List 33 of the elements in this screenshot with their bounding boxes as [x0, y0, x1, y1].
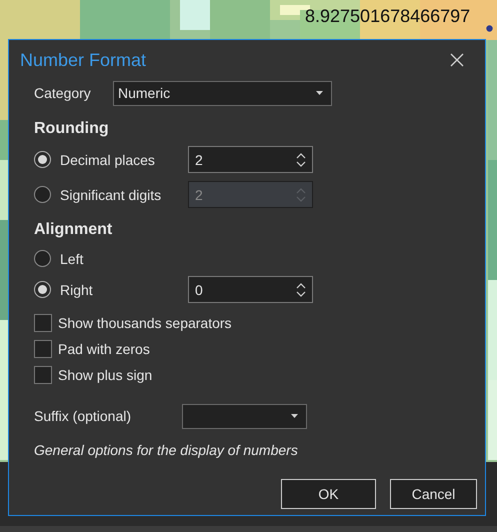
caret-icon: [291, 414, 298, 418]
number-spinner[interactable]: 2: [188, 146, 313, 173]
radio-label: Decimal places: [60, 152, 155, 168]
section-heading: Rounding: [34, 120, 110, 139]
section-heading: Alignment: [34, 221, 114, 240]
map-label: 8.927501678466797: [305, 6, 470, 27]
spinner-arrows-icon: [296, 186, 306, 202]
dialog-title: Number Format: [20, 50, 146, 70]
point-marker-icon: [486, 25, 493, 32]
checkbox-label: Show thousands separators: [58, 314, 232, 330]
radio-button[interactable]: [34, 151, 51, 168]
radio-button[interactable]: [34, 250, 51, 267]
spinner-arrows-icon: [296, 282, 306, 298]
checkbox[interactable]: [34, 314, 52, 332]
caret-icon: [316, 91, 323, 95]
suffix-label: Suffix (optional): [34, 408, 132, 424]
checkbox[interactable]: [34, 340, 52, 358]
cancel-button[interactable]: Cancel: [390, 479, 477, 509]
help-text: General options for the display of numbers: [34, 441, 299, 460]
checkbox-label: Pad with zeros: [58, 340, 150, 356]
category-label: Category: [34, 85, 92, 101]
checkbox[interactable]: [34, 366, 52, 384]
ok-button[interactable]: OK: [281, 479, 376, 509]
radio-label: Right: [60, 282, 93, 298]
radio-label: Left: [60, 250, 84, 266]
number-spinner[interactable]: 0: [188, 276, 313, 303]
category-dropdown[interactable]: Numeric: [113, 80, 332, 106]
radio-label: Significant digits: [60, 186, 162, 202]
checkbox-label: Show plus sign: [58, 366, 152, 382]
radio-button[interactable]: [34, 281, 51, 298]
close-icon[interactable]: [450, 53, 464, 67]
suffix-dropdown[interactable]: [182, 404, 307, 428]
spinner-arrows-icon: [296, 152, 306, 168]
